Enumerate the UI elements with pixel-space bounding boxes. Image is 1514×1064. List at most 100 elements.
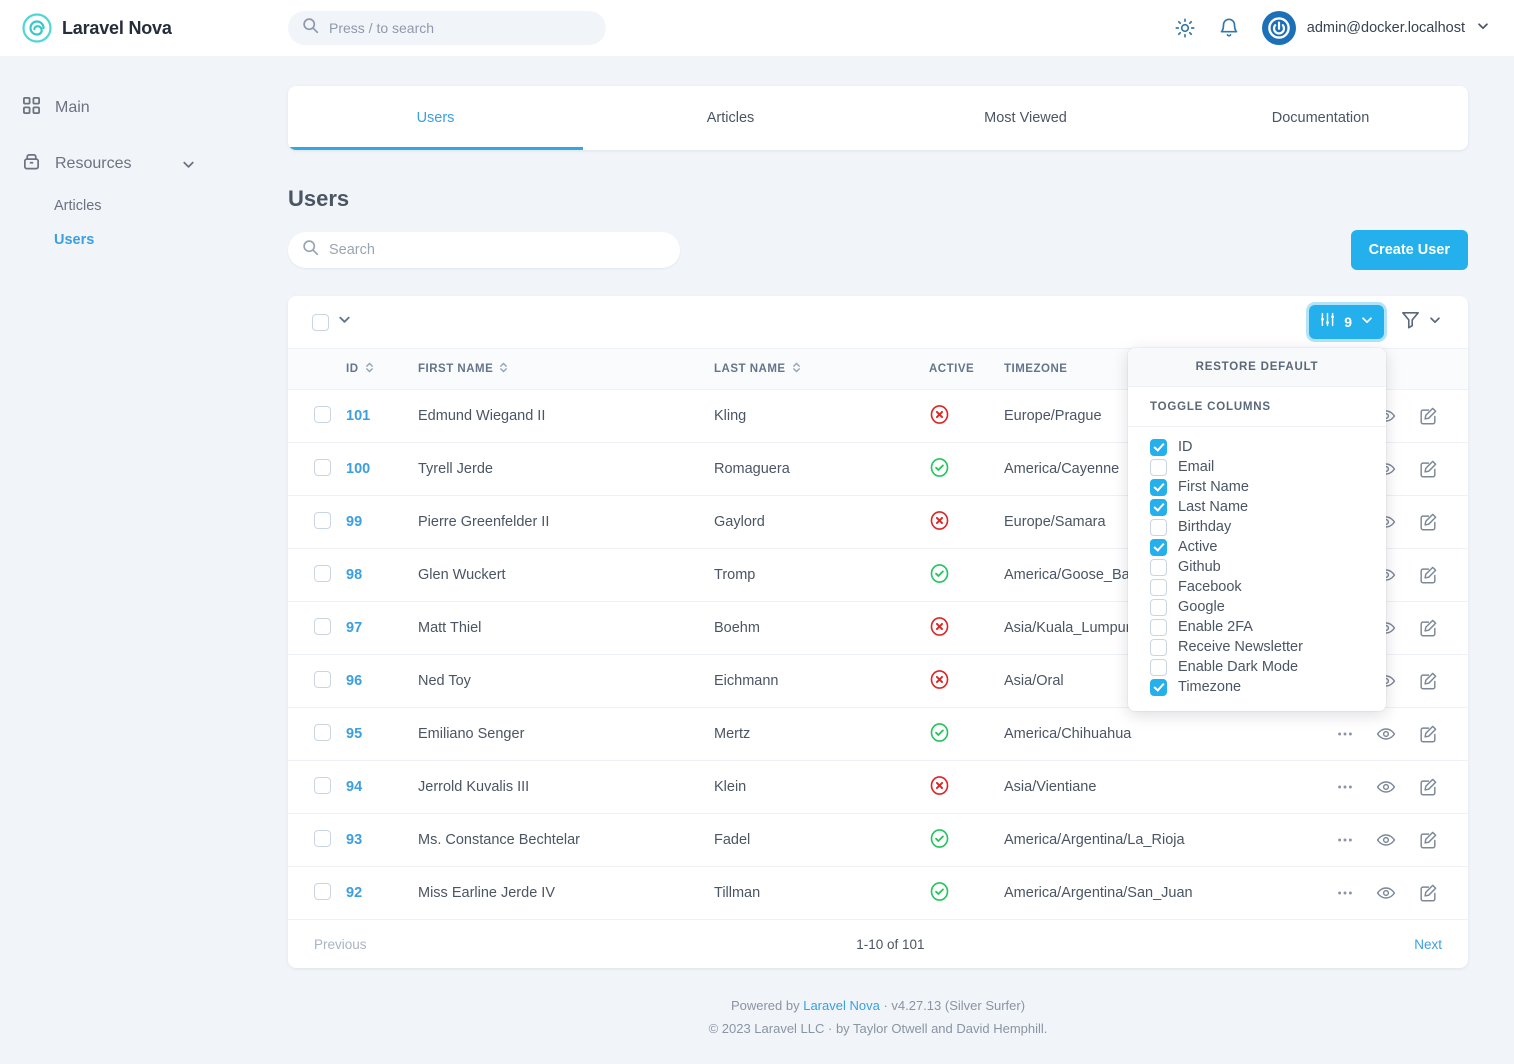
- column-header-first-name[interactable]: FIRST NAME: [418, 349, 714, 390]
- chevron-down-icon[interactable]: [181, 157, 196, 172]
- filter-button[interactable]: [1400, 309, 1442, 335]
- row-id-link[interactable]: 98: [346, 567, 362, 583]
- restore-default-button[interactable]: RESTORE DEFAULT: [1128, 348, 1386, 387]
- row-checkbox[interactable]: [314, 724, 331, 741]
- chevron-down-icon[interactable]: [337, 312, 352, 332]
- ellipsis-icon[interactable]: [1336, 778, 1354, 796]
- pencil-square-icon[interactable]: [1418, 883, 1438, 903]
- checkbox[interactable]: [1150, 499, 1167, 516]
- row-id-link[interactable]: 97: [346, 620, 362, 636]
- row-checkbox[interactable]: [314, 883, 331, 900]
- eye-icon[interactable]: [1376, 777, 1396, 797]
- row-id-link[interactable]: 93: [346, 832, 362, 848]
- pencil-square-icon[interactable]: [1418, 406, 1438, 426]
- sort-icon[interactable]: [499, 361, 508, 377]
- row-id-link[interactable]: 95: [346, 726, 362, 742]
- row-checkbox[interactable]: [314, 512, 331, 529]
- pencil-square-icon[interactable]: [1418, 459, 1438, 479]
- sidebar-item-users[interactable]: Users: [54, 223, 262, 257]
- toggle-column-github[interactable]: Github: [1128, 557, 1386, 577]
- global-search-input[interactable]: [329, 20, 592, 36]
- tab-documentation[interactable]: Documentation: [1173, 86, 1468, 150]
- toggle-column-birthday[interactable]: Birthday: [1128, 517, 1386, 537]
- row-id-link[interactable]: 92: [346, 885, 362, 901]
- checkbox[interactable]: [1150, 479, 1167, 496]
- sidebar-item-resources[interactable]: Resources: [0, 142, 262, 186]
- row-checkbox[interactable]: [314, 830, 331, 847]
- sort-icon[interactable]: [365, 361, 374, 377]
- sun-icon[interactable]: [1174, 17, 1196, 39]
- row-id-link[interactable]: 101: [346, 408, 370, 424]
- sidebar-item-articles[interactable]: Articles: [54, 189, 262, 223]
- search-input-wrapper[interactable]: [288, 232, 680, 268]
- row-checkbox[interactable]: [314, 565, 331, 582]
- toggle-column-enable-2fa[interactable]: Enable 2FA: [1128, 617, 1386, 637]
- eye-icon[interactable]: [1376, 724, 1396, 744]
- pencil-square-icon[interactable]: [1418, 671, 1438, 691]
- select-all-checkbox[interactable]: [312, 314, 329, 331]
- brand[interactable]: Laravel Nova: [0, 13, 262, 43]
- pencil-square-icon[interactable]: [1418, 512, 1438, 532]
- checkbox[interactable]: [1150, 519, 1167, 536]
- toggle-column-last-name[interactable]: Last Name: [1128, 497, 1386, 517]
- next-page-button[interactable]: Next: [1414, 937, 1442, 952]
- eye-icon[interactable]: [1376, 830, 1396, 850]
- pencil-square-icon[interactable]: [1418, 565, 1438, 585]
- sidebar-item-main[interactable]: Main: [0, 86, 262, 130]
- toggle-column-email[interactable]: Email: [1128, 457, 1386, 477]
- toggle-column-timezone[interactable]: Timezone: [1128, 677, 1386, 697]
- checkbox[interactable]: [1150, 599, 1167, 616]
- row-id-link[interactable]: 94: [346, 779, 362, 795]
- create-user-button[interactable]: Create User: [1351, 230, 1468, 270]
- toggle-column-first-name[interactable]: First Name: [1128, 477, 1386, 497]
- tab-articles[interactable]: Articles: [583, 86, 878, 150]
- row-checkbox[interactable]: [314, 618, 331, 635]
- previous-page-button[interactable]: Previous: [314, 937, 367, 952]
- laravel-nova-link[interactable]: Laravel Nova: [803, 998, 880, 1013]
- row-checkbox[interactable]: [314, 777, 331, 794]
- toggle-column-receive-newsletter[interactable]: Receive Newsletter: [1128, 637, 1386, 657]
- table-row[interactable]: 92Miss Earline Jerde IVTillmanAmerica/Ar…: [288, 867, 1468, 920]
- checkbox[interactable]: [1150, 579, 1167, 596]
- toggle-column-facebook[interactable]: Facebook: [1128, 577, 1386, 597]
- pencil-square-icon[interactable]: [1418, 830, 1438, 850]
- tab-most-viewed[interactable]: Most Viewed: [878, 86, 1173, 150]
- toggle-column-id[interactable]: ID: [1128, 437, 1386, 457]
- row-id-link[interactable]: 99: [346, 514, 362, 530]
- toggle-column-google[interactable]: Google: [1128, 597, 1386, 617]
- checkbox[interactable]: [1150, 659, 1167, 676]
- row-checkbox[interactable]: [314, 406, 331, 423]
- toggle-column-active[interactable]: Active: [1128, 537, 1386, 557]
- ellipsis-icon[interactable]: [1336, 884, 1354, 902]
- table-row[interactable]: 95Emiliano SengerMertzAmerica/Chihuahua: [288, 708, 1468, 761]
- toggle-column-enable-dark-mode[interactable]: Enable Dark Mode: [1128, 657, 1386, 677]
- table-row[interactable]: 94Jerrold Kuvalis IIIKleinAsia/Vientiane: [288, 761, 1468, 814]
- search-input[interactable]: [329, 242, 666, 258]
- checkbox[interactable]: [1150, 439, 1167, 456]
- ellipsis-icon[interactable]: [1336, 831, 1354, 849]
- sort-icon[interactable]: [792, 361, 801, 377]
- eye-icon[interactable]: [1376, 883, 1396, 903]
- checkbox[interactable]: [1150, 539, 1167, 556]
- pencil-square-icon[interactable]: [1418, 618, 1438, 638]
- row-id-link[interactable]: 96: [346, 673, 362, 689]
- column-header-last-name[interactable]: LAST NAME: [714, 349, 929, 390]
- toggle-columns-button[interactable]: 9: [1309, 305, 1384, 339]
- table-row[interactable]: 93Ms. Constance BechtelarFadelAmerica/Ar…: [288, 814, 1468, 867]
- global-search[interactable]: [288, 11, 606, 45]
- user-menu[interactable]: admin@docker.localhost: [1262, 11, 1490, 45]
- row-checkbox[interactable]: [314, 459, 331, 476]
- checkbox[interactable]: [1150, 679, 1167, 696]
- ellipsis-icon[interactable]: [1336, 725, 1354, 743]
- tab-users[interactable]: Users: [288, 86, 583, 150]
- checkbox[interactable]: [1150, 639, 1167, 656]
- checkbox[interactable]: [1150, 459, 1167, 476]
- bell-icon[interactable]: [1218, 17, 1240, 39]
- pencil-square-icon[interactable]: [1418, 777, 1438, 797]
- checkbox[interactable]: [1150, 559, 1167, 576]
- pencil-square-icon[interactable]: [1418, 724, 1438, 744]
- checkbox[interactable]: [1150, 619, 1167, 636]
- column-header-id[interactable]: ID: [346, 349, 418, 390]
- row-checkbox[interactable]: [314, 671, 331, 688]
- row-id-link[interactable]: 100: [346, 461, 370, 477]
